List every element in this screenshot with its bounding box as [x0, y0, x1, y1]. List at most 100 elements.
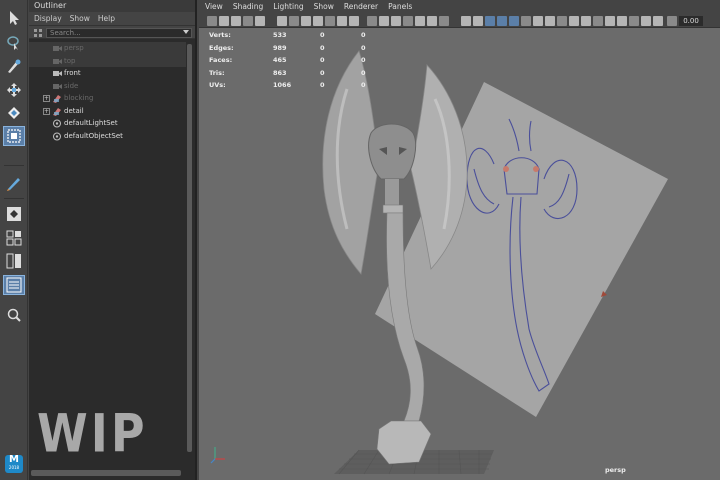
anti-alias-icon[interactable]: [473, 16, 483, 26]
outliner-item-persp[interactable]: persp: [29, 42, 187, 55]
gate-mask-icon[interactable]: [313, 16, 323, 26]
hud-icon[interactable]: [593, 16, 603, 26]
menu-help[interactable]: Help: [98, 12, 115, 25]
hud-label: Verts:: [209, 31, 231, 39]
color-manage-icon[interactable]: [569, 16, 579, 26]
toolbox: M 2018: [0, 0, 28, 480]
two-pane-layout-icon[interactable]: [3, 251, 25, 271]
hud-value: 0: [320, 56, 325, 65]
hud-value: 0: [320, 43, 325, 52]
xray-icon[interactable]: [509, 16, 519, 26]
expand-icon[interactable]: +: [43, 107, 50, 115]
wireframe-icon[interactable]: [367, 16, 377, 26]
menu-show[interactable]: Show: [314, 0, 334, 14]
shadows-icon[interactable]: [427, 16, 437, 26]
hud-value: 863: [273, 68, 287, 77]
isolate-select-icon[interactable]: [497, 16, 507, 26]
outliner-item-label: top: [64, 56, 76, 65]
menu-view[interactable]: View: [205, 0, 223, 14]
hud-value: 1066: [273, 81, 292, 90]
filter-icon[interactable]: [33, 28, 43, 38]
chevron-down-icon[interactable]: [183, 30, 189, 34]
axis-gizmo: [210, 447, 225, 464]
outliner-item-top[interactable]: top: [29, 54, 187, 67]
menu-show[interactable]: Show: [70, 12, 90, 25]
paint-select-icon[interactable]: [3, 56, 25, 76]
camera-gate-icon[interactable]: [605, 16, 615, 26]
safe-title-icon[interactable]: [349, 16, 359, 26]
hud-row: UVs: 1066 0 0: [209, 79, 409, 92]
menu-shading[interactable]: Shading: [233, 0, 263, 14]
film-gate-icon[interactable]: [289, 16, 299, 26]
outliner-item-defaultObjectSet[interactable]: defaultObjectSet: [29, 130, 187, 143]
gain-icon[interactable]: [667, 16, 677, 26]
hud-value: 0: [361, 81, 366, 90]
default-material-icon[interactable]: [391, 16, 401, 26]
xray-joints-icon[interactable]: [521, 16, 531, 26]
gamma-icon[interactable]: [557, 16, 567, 26]
grid-icon[interactable]: [277, 16, 287, 26]
menu-panels[interactable]: Panels: [388, 0, 412, 14]
scale-tool-icon[interactable]: [3, 126, 25, 146]
hud-row: Faces: 465 0 0: [209, 54, 409, 67]
hud-value: 989: [273, 43, 287, 52]
menu-display[interactable]: Display: [34, 12, 62, 25]
search-input[interactable]: Search...: [46, 28, 192, 38]
outliner-item-front[interactable]: front: [29, 67, 187, 80]
outliner-horizontal-scrollbar[interactable]: [31, 470, 181, 476]
field-chart-icon[interactable]: [325, 16, 335, 26]
resolution-gate-icon[interactable]: [301, 16, 311, 26]
expand-icon[interactable]: +: [43, 95, 50, 102]
rotate-tool-icon[interactable]: [3, 103, 25, 123]
set-icon: [53, 132, 61, 140]
2d-pan-icon[interactable]: [255, 16, 265, 26]
outliner-item-defaultLightSet[interactable]: defaultLightSet: [29, 117, 187, 130]
single-perspective-layout-icon[interactable]: [3, 204, 25, 224]
sculpt-brush-icon[interactable]: [3, 173, 25, 193]
menu-lighting[interactable]: Lighting: [273, 0, 303, 14]
settings-icon[interactable]: [641, 16, 651, 26]
perspective-viewport[interactable]: View Shading Lighting Show Renderer Pane…: [199, 0, 720, 480]
scene-3d-view[interactable]: [199, 29, 720, 480]
hud-row: Tris: 863 0 0: [209, 67, 409, 80]
outliner-item-blocking[interactable]: + blocking: [29, 92, 187, 105]
outliner-title: Outliner: [29, 0, 195, 12]
display-icon[interactable]: [653, 16, 663, 26]
hud-row: Edges: 989 0 0: [209, 42, 409, 55]
four-view-layout-icon[interactable]: [3, 228, 25, 248]
use-lights-icon[interactable]: [415, 16, 425, 26]
outliner-item-detail[interactable]: + detail: [29, 105, 187, 118]
menu-renderer[interactable]: Renderer: [344, 0, 378, 14]
motion-blur-icon[interactable]: [461, 16, 471, 26]
zoom-magnifier-icon[interactable]: [3, 305, 25, 325]
lasso-select-icon[interactable]: [3, 33, 25, 53]
exposure-icon[interactable]: [545, 16, 555, 26]
image-plane-icon[interactable]: [243, 16, 253, 26]
smooth-shade-icon[interactable]: [379, 16, 389, 26]
outliner-item-side[interactable]: side: [29, 80, 187, 93]
hud-value: 0: [320, 31, 325, 39]
outliner-layout-icon[interactable]: [3, 275, 25, 295]
camera-select-icon[interactable]: [207, 16, 217, 26]
ambient-occlusion-icon[interactable]: [439, 16, 449, 26]
hud-label: UVs:: [209, 81, 226, 90]
bookmark-icon[interactable]: [231, 16, 241, 26]
move-tool-icon[interactable]: [3, 80, 25, 100]
hud-value: 533: [273, 31, 287, 39]
camera-icon: [53, 71, 62, 76]
sync-icon[interactable]: [629, 16, 639, 26]
outliner-scrollbar[interactable]: [186, 42, 193, 454]
depth-of-field-icon[interactable]: [485, 16, 495, 26]
safe-action-icon[interactable]: [337, 16, 347, 26]
camera-attr-icon[interactable]: [219, 16, 229, 26]
select-arrow-icon[interactable]: [3, 8, 25, 28]
hud-value: 465: [273, 56, 287, 65]
poly-count-hud: Verts: 533 0 0 Edges: 989 0 0 Faces: 465 0 0 Tris: 86…: [209, 29, 409, 92]
view-transform-icon[interactable]: [581, 16, 591, 26]
exposure-field[interactable]: 0.00: [679, 16, 703, 26]
textured-icon[interactable]: [403, 16, 413, 26]
backface-icon[interactable]: [533, 16, 543, 26]
overscan-icon[interactable]: [617, 16, 627, 26]
outliner-menu-bar: Display Show Help: [29, 12, 195, 25]
camera-icon: [53, 58, 62, 64]
